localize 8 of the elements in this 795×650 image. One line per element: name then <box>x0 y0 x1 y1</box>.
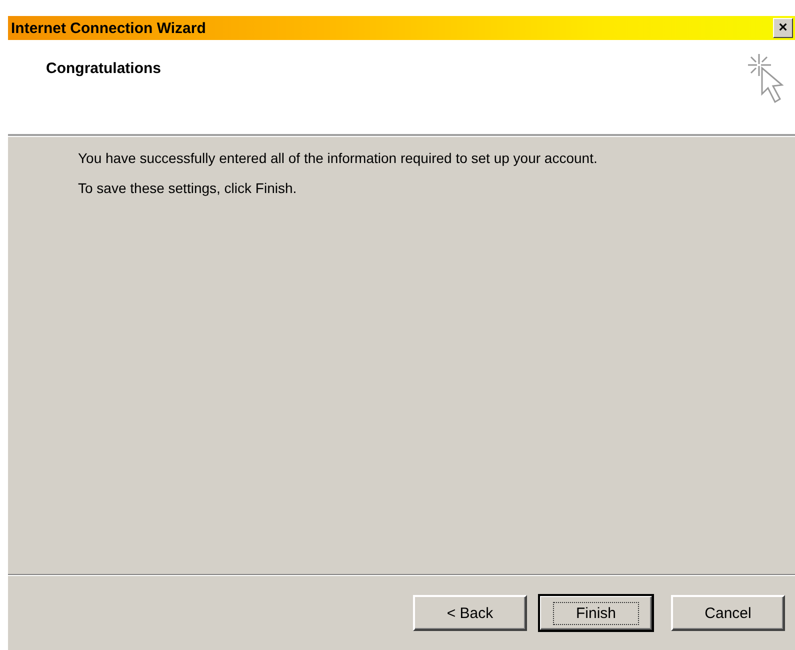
close-button[interactable]: × <box>773 18 793 38</box>
instruction-text: You have successfully entered all of the information required to set up your account. <box>78 150 598 166</box>
wizard-button[interactable]: < Back <box>413 595 527 631</box>
page-heading: Congratulations <box>46 60 161 77</box>
wizard-button[interactable]: Finish <box>539 595 653 631</box>
wizard-button[interactable]: Cancel <box>671 595 785 631</box>
instruction-text: To save these settings, click Finish. <box>78 180 298 196</box>
window-title: Internet Connection Wizard <box>11 20 206 36</box>
